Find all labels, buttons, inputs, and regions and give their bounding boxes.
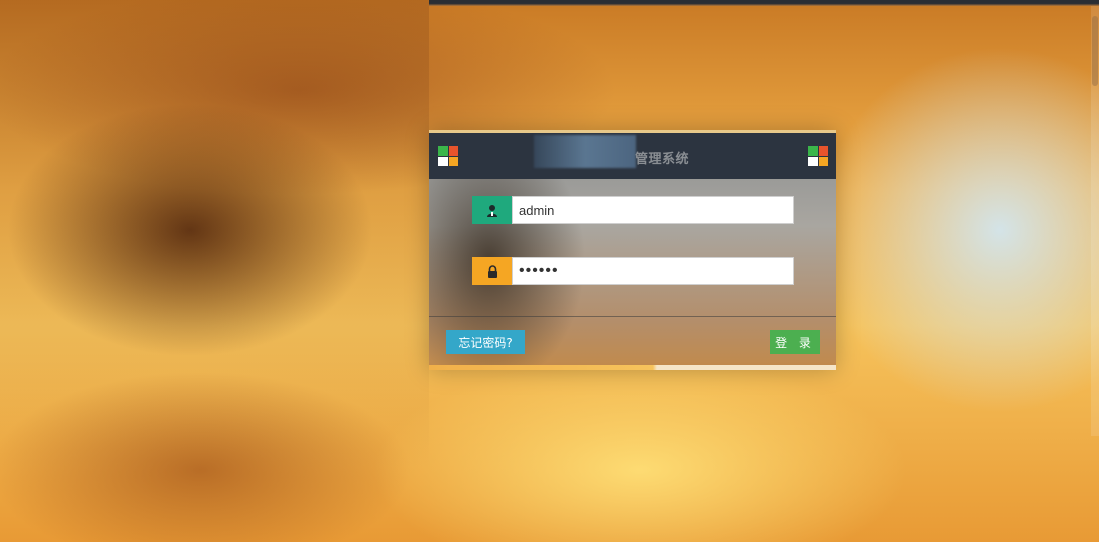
logo-icon: [438, 146, 458, 166]
top-strip: [429, 0, 1099, 6]
login-button[interactable]: 登 录: [770, 330, 820, 354]
login-header: 管理系统: [429, 133, 836, 179]
logo-icon: [808, 146, 828, 166]
username-row: [472, 196, 794, 224]
divider: [429, 316, 836, 317]
scrollbar-thumb[interactable]: [1092, 16, 1098, 86]
user-icon: [472, 196, 512, 224]
login-panel: 管理系统 忘记密码? 登 录: [429, 130, 836, 370]
panel-bottom-edge: [429, 365, 836, 370]
scrollbar[interactable]: [1091, 6, 1099, 436]
password-row: [472, 257, 794, 285]
password-input[interactable]: [512, 257, 794, 285]
system-title: 管理系统: [635, 152, 690, 167]
forgot-password-button[interactable]: 忘记密码?: [446, 330, 525, 354]
title-redacted-block: [534, 135, 636, 168]
background-image: [0, 0, 429, 470]
username-input[interactable]: [512, 196, 794, 224]
lock-icon: [472, 257, 512, 285]
